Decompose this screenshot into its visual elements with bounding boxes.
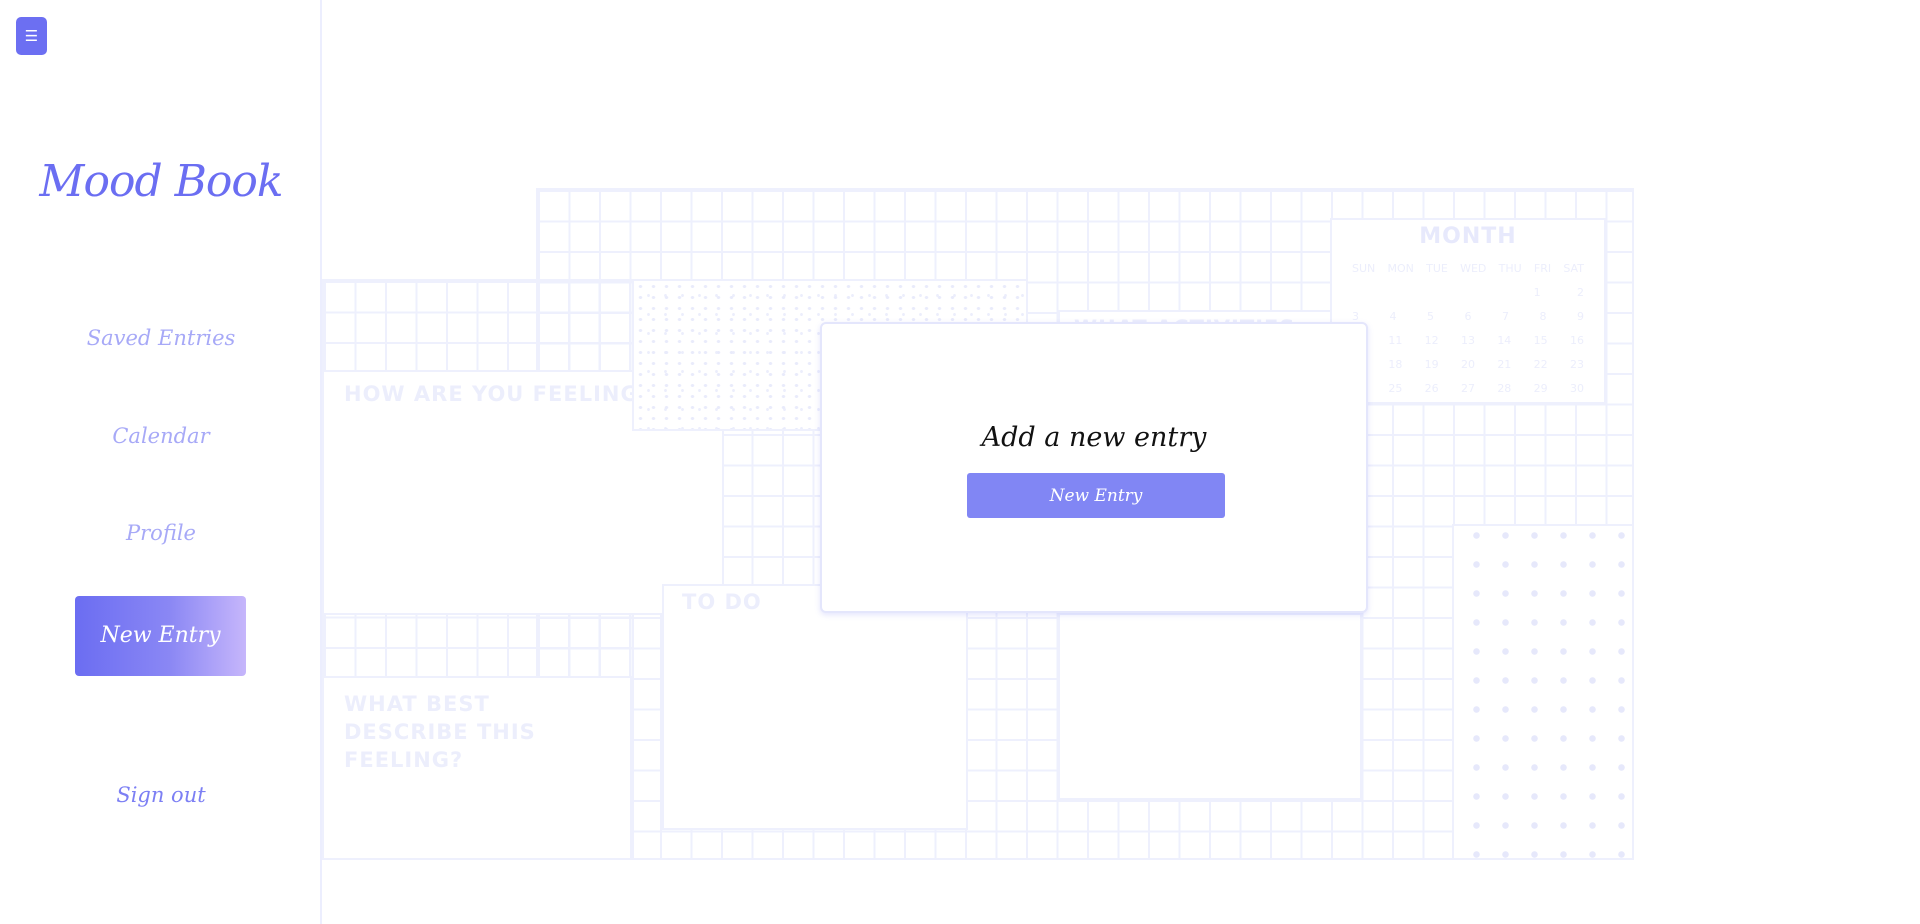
how-feeling-label: HOW ARE YOU FEELING?: [344, 382, 652, 406]
calendar-week-3: 10111213141516: [1352, 334, 1584, 347]
calendar-week-1: 12: [1533, 286, 1584, 299]
month-calendar: MONTH SUN MON TUE WED THU FRI SAT 12 345…: [1330, 218, 1606, 404]
describe-label: WHAT BEST DESCRIBE THIS FEELING?: [344, 692, 536, 772]
calendar-title: MONTH: [1419, 224, 1517, 249]
todo-label: TO DO: [682, 590, 762, 614]
new-entry-card: Add a new entry New Entry: [820, 322, 1368, 613]
app-logo: Mood Book: [39, 156, 283, 207]
nav-profile[interactable]: Profile: [0, 521, 322, 545]
nav-saved-entries[interactable]: Saved Entries: [0, 326, 322, 350]
menu-toggle-button[interactable]: ☰: [16, 17, 47, 55]
card-title: Add a new entry: [981, 422, 1207, 453]
nav-new-entry[interactable]: New Entry: [75, 596, 246, 676]
new-entry-button[interactable]: New Entry: [967, 473, 1225, 518]
notes-box: [1058, 613, 1362, 800]
hamburger-icon: ☰: [24, 27, 39, 45]
sidebar: ☰ Mood Book Saved Entries Calendar Profi…: [0, 0, 322, 924]
calendar-week-2: 3456789: [1352, 310, 1584, 323]
dotted-box: [1452, 524, 1634, 860]
nav-calendar[interactable]: Calendar: [0, 424, 322, 448]
describe-box: WHAT BEST DESCRIBE THIS FEELING?: [322, 676, 632, 860]
calendar-weekdays: SUN MON TUE WED THU FRI SAT: [1352, 262, 1584, 275]
calendar-week-4: 17181920212223: [1352, 358, 1584, 371]
todo-box: TO DO: [662, 584, 968, 830]
sign-out-link[interactable]: Sign out: [0, 783, 322, 807]
calendar-week-5: 24252627282930: [1352, 382, 1584, 395]
